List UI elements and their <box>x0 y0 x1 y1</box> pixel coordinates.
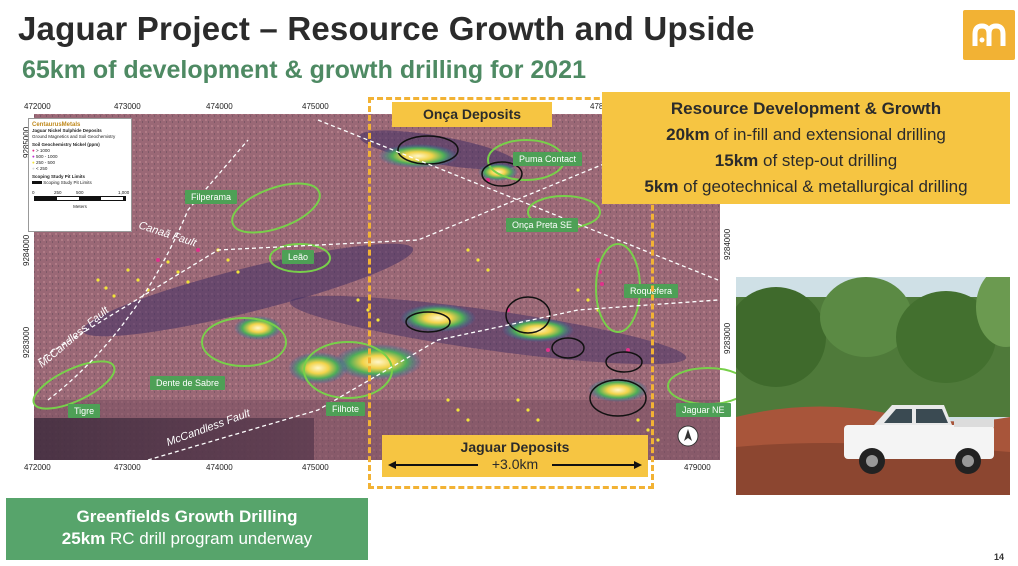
x-tick-top-4: 475000 <box>302 102 329 111</box>
map-legend: CentaurusMetals Jaguar Nickel Sulphide D… <box>28 118 132 232</box>
legend-scale-unit: Meters <box>73 204 87 209</box>
greenfields-heading: Greenfields Growth Drilling <box>76 507 298 526</box>
company-logo-icon <box>963 10 1015 60</box>
resource-development-box: Resource Development & Growth 20km of in… <box>602 92 1010 204</box>
x-tick-bottom-2: 473000 <box>114 463 141 472</box>
jaguar-deposits-title: Jaguar Deposits <box>460 439 570 455</box>
onca-deposits-label: Onça Deposits <box>392 102 552 127</box>
label-dente-de-sabre: Dente de Sabre <box>150 376 226 390</box>
jaguar-distance-row: +3.0km <box>382 456 648 474</box>
legend-scale-bar: 0 250 500 1,000 <box>32 190 129 204</box>
x-tick-bottom-3: 474000 <box>206 463 233 472</box>
resource-line-2: 15km of step-out drilling <box>714 151 898 170</box>
jaguar-distance-text: +3.0km <box>491 456 539 472</box>
legend-item-4: ● < 250 <box>32 166 48 171</box>
label-filhote: Filhote <box>326 402 366 416</box>
y-tick-right-3: 9283000 <box>723 322 732 354</box>
left-arrow-icon <box>388 461 478 469</box>
x-tick-bottom-5: 479000 <box>684 463 711 472</box>
greenfields-line: 25km RC drill program underway <box>61 529 313 548</box>
x-tick-top-3: 474000 <box>206 102 233 111</box>
label-filperama: Filperama <box>185 190 238 204</box>
resource-line-3: 5km of geotechnical & metallurgical dril… <box>644 177 968 196</box>
slide-subtitle: 65km of development & growth drilling fo… <box>22 56 586 84</box>
resource-heading: Resource Development & Growth <box>670 99 942 118</box>
y-tick-left-2: 9284000 <box>22 234 31 266</box>
resource-line-1: 20km of in-fill and extensional drilling <box>666 125 946 144</box>
jaguar-deposits-callout: Jaguar Deposits +3.0km <box>382 435 648 477</box>
site-photo <box>736 277 1010 495</box>
slide-title: Jaguar Project – Resource Growth and Ups… <box>18 10 755 47</box>
y-tick-left-3: 9283000 <box>22 326 31 358</box>
x-tick-bottom-4: 475000 <box>302 463 329 472</box>
label-tigre: Tigre <box>68 404 101 418</box>
right-arrow-icon <box>552 461 642 469</box>
page-number: 14 <box>994 552 1005 562</box>
x-tick-top-2: 473000 <box>114 102 141 111</box>
y-tick-right-2: 9284000 <box>723 228 732 260</box>
x-tick-bottom-1: 472000 <box>24 463 51 472</box>
legend-outline-item: Scoping Study Pit Limits <box>32 180 128 186</box>
x-tick-top-1: 472000 <box>24 102 51 111</box>
greenfields-box: Greenfields Growth Drilling 25km RC dril… <box>6 498 368 560</box>
legend-subtitle: Ground Magnetics and Soil Geochemistry <box>32 134 116 139</box>
label-leao: Leão <box>282 250 315 264</box>
north-arrow-icon <box>677 425 699 447</box>
label-jaguar-ne: Jaguar NE <box>676 403 731 417</box>
